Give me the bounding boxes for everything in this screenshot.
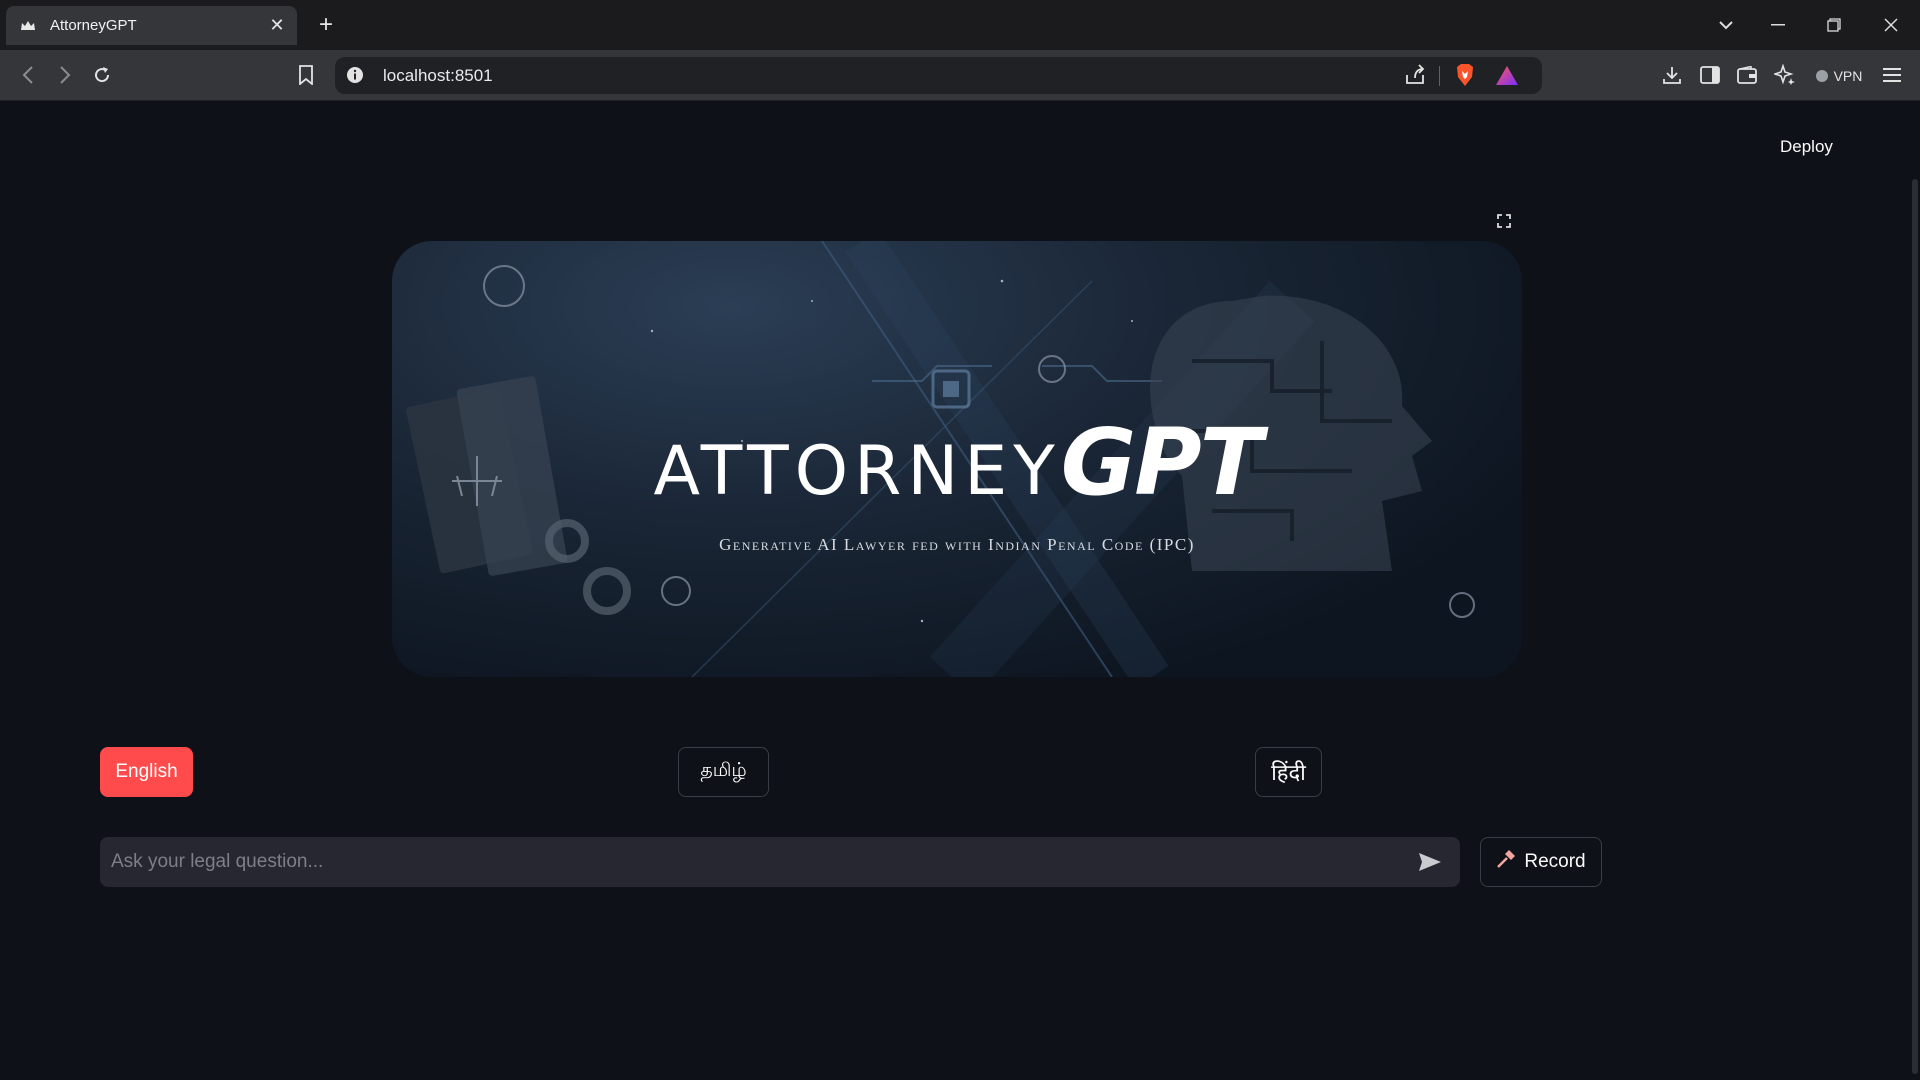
language-hindi-button[interactable]: हिंदी [1255, 747, 1322, 797]
leo-ai-icon[interactable] [1769, 59, 1801, 91]
app-main: Deploy ATTORNEYGPT Generative AI Lawyer … [0, 101, 1920, 1080]
site-info-icon[interactable] [345, 65, 365, 85]
chat-input-container [100, 837, 1460, 887]
deploy-button[interactable]: Deploy [1770, 131, 1843, 163]
crown-favicon-icon [20, 18, 36, 34]
language-english-button[interactable]: English [100, 747, 193, 797]
vpn-button[interactable]: VPN [1806, 63, 1872, 89]
record-button[interactable]: Record [1480, 837, 1602, 887]
downloads-icon[interactable] [1656, 59, 1688, 91]
browser-tab-bar: AttorneyGPT ✕ + [0, 0, 1920, 50]
vpn-label: VPN [1833, 68, 1863, 84]
brave-rewards-icon[interactable] [1494, 63, 1520, 89]
legal-question-input[interactable] [100, 837, 1400, 887]
menu-icon[interactable] [1876, 59, 1908, 91]
browser-tab-attorneygpt[interactable]: AttorneyGPT ✕ [6, 6, 297, 45]
sidebar-icon[interactable] [1694, 59, 1726, 91]
banner-title: ATTORNEYGPT [392, 409, 1522, 516]
close-window-icon[interactable] [1875, 10, 1907, 40]
url-text: localhost:8501 [383, 66, 493, 85]
send-icon[interactable] [1416, 848, 1444, 876]
minimize-icon[interactable] [1762, 10, 1794, 40]
attorneygpt-banner-image: ATTORNEYGPT Generative AI Lawyer fed wit… [392, 241, 1522, 677]
forward-icon[interactable] [49, 59, 81, 91]
page-scrollbar[interactable] [1912, 179, 1918, 1074]
hammer-icon [1496, 849, 1516, 875]
tab-title: AttorneyGPT [50, 17, 137, 34]
record-label: Record [1524, 851, 1586, 872]
restore-icon[interactable] [1818, 10, 1850, 40]
tab-search-icon[interactable] [1710, 10, 1742, 40]
bookmark-icon[interactable] [290, 59, 322, 91]
address-bar[interactable]: localhost:8501 [335, 57, 1542, 94]
vpn-status-icon [1815, 70, 1828, 82]
fullscreen-icon[interactable] [1490, 207, 1518, 235]
new-tab-button[interactable]: + [311, 10, 341, 40]
banner-title-gpt: GPT [1060, 409, 1263, 516]
close-tab-icon[interactable]: ✕ [263, 12, 291, 40]
brave-shields-icon[interactable] [1452, 62, 1478, 88]
wallet-icon[interactable] [1731, 59, 1763, 91]
banner-title-attorney: ATTORNEY [653, 432, 1061, 511]
back-icon[interactable] [12, 59, 44, 91]
language-tamil-button[interactable]: தமிழ் [678, 747, 769, 797]
banner-tagline: Generative AI Lawyer fed with Indian Pen… [719, 535, 1195, 554]
address-bar-divider [1439, 66, 1440, 86]
reload-icon[interactable] [86, 59, 118, 91]
share-icon[interactable] [1403, 63, 1427, 87]
browser-toolbar: localhost:8501 VPN [0, 50, 1920, 101]
